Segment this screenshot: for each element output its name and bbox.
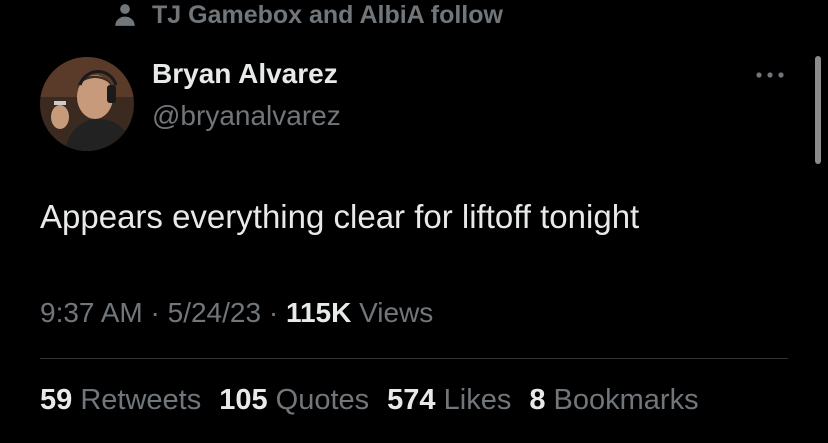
social-context-text: TJ Gamebox and AlbiA follow bbox=[152, 0, 503, 29]
person-icon bbox=[115, 4, 135, 26]
retweets-stat[interactable]: 59 Retweets bbox=[40, 384, 201, 417]
tweet-date[interactable]: 5/24/23 bbox=[168, 297, 261, 328]
quotes-label: Quotes bbox=[275, 384, 370, 416]
bookmarks-label: Bookmarks bbox=[553, 384, 699, 416]
bookmarks-count: 8 bbox=[529, 384, 546, 416]
more-options-icon bbox=[756, 72, 784, 78]
likes-label: Likes bbox=[443, 384, 512, 416]
avatar[interactable] bbox=[40, 57, 134, 151]
tweet-meta: 9:37 AM · 5/24/23 · 115K Views bbox=[40, 297, 433, 329]
retweets-label: Retweets bbox=[80, 384, 202, 416]
divider bbox=[40, 358, 788, 359]
likes-stat[interactable]: 574 Likes bbox=[387, 384, 511, 417]
tweet-text: Appears everything clear for liftoff ton… bbox=[40, 198, 640, 235]
avatar-photo bbox=[40, 57, 134, 151]
likes-count: 574 bbox=[387, 384, 436, 416]
author-handle[interactable]: @bryanalvarez bbox=[152, 100, 341, 132]
meta-separator: · bbox=[268, 297, 279, 328]
social-context[interactable]: TJ Gamebox and AlbiA follow bbox=[112, 0, 503, 30]
meta-separator: · bbox=[150, 297, 160, 328]
retweets-count: 59 bbox=[40, 384, 73, 416]
more-options-button[interactable] bbox=[748, 60, 792, 90]
scrollbar[interactable] bbox=[815, 56, 821, 164]
tweet-stats: 59 Retweets 105 Quotes 574 Likes 8 Bookm… bbox=[40, 384, 699, 417]
author-name[interactable]: Bryan Alvarez bbox=[152, 58, 338, 90]
views-count: 115K bbox=[285, 297, 352, 328]
quotes-stat[interactable]: 105 Quotes bbox=[219, 384, 369, 417]
bookmarks-stat[interactable]: 8 Bookmarks bbox=[529, 384, 698, 417]
views-label: Views bbox=[359, 297, 434, 328]
tweet-time[interactable]: 9:37 AM bbox=[40, 297, 143, 328]
quotes-count: 105 bbox=[219, 384, 268, 416]
